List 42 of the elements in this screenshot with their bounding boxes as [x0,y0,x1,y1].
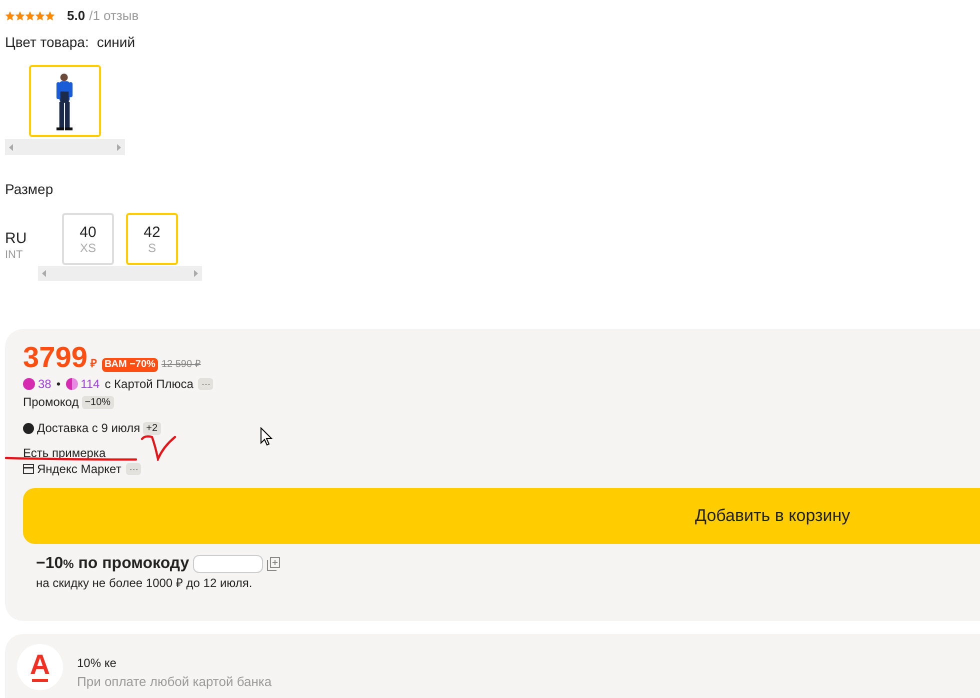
delivery-text: Доставка с 9 июля [37,420,140,437]
promo-note: на скидку не более 1000 ₽ до 12 июля. [36,575,252,592]
delivery-more-badge[interactable]: +2 [143,422,161,434]
discount-badge: ВАМ −70% [102,358,158,372]
plus-points: 38 [38,376,52,393]
seller-name[interactable]: Яндекс Маркет [37,460,122,478]
color-label: Цвет товара: [5,33,89,52]
add-to-cart-button[interactable]: Добавить в корзину [23,488,980,544]
old-price: 12 590 ₽ [161,358,201,372]
scrollbar[interactable] [5,139,125,155]
promo-title: −10% по промокоду [36,554,190,574]
color-value: синий [96,33,136,52]
separator-dot: • [56,376,61,393]
price: 3799 [23,341,88,375]
bank-offer-title: 10% ке [77,655,116,672]
promo-badge: −10% [82,396,114,408]
size-label: Размер [4,180,54,199]
scroll-left-icon[interactable] [42,270,46,277]
plus-card-text: с Картой Плюса [104,376,194,393]
size-system-alt: INT [5,248,23,263]
currency: ₽ [90,357,97,372]
fitting-text: Есть примерка [23,445,106,460]
cursor-icon [260,427,273,446]
size-system: RU [5,231,27,247]
promo-label: Промокод [23,394,79,411]
plus-points: 114 [80,376,100,393]
promo-code-chip[interactable] [193,555,264,573]
color-option[interactable] [29,65,101,137]
copy-icon[interactable] [267,557,280,571]
hand-drawn-check-drawing [140,434,177,461]
more-button[interactable]: ··· [198,378,214,390]
scrollbar[interactable] [38,266,202,281]
scroll-left-icon[interactable] [9,144,13,150]
size-option[interactable]: 42 S [126,213,178,265]
size-option[interactable]: 40 XS [62,213,114,265]
scroll-right-icon[interactable] [117,144,121,150]
scroll-right-icon[interactable] [194,270,198,277]
more-button[interactable]: ··· [126,463,142,475]
bank-logo: А [17,644,63,690]
store-icon [23,464,34,474]
rating-score: 5.0 [67,6,86,25]
bank-offer-subtitle: При оплате любой картой банка [77,673,272,691]
